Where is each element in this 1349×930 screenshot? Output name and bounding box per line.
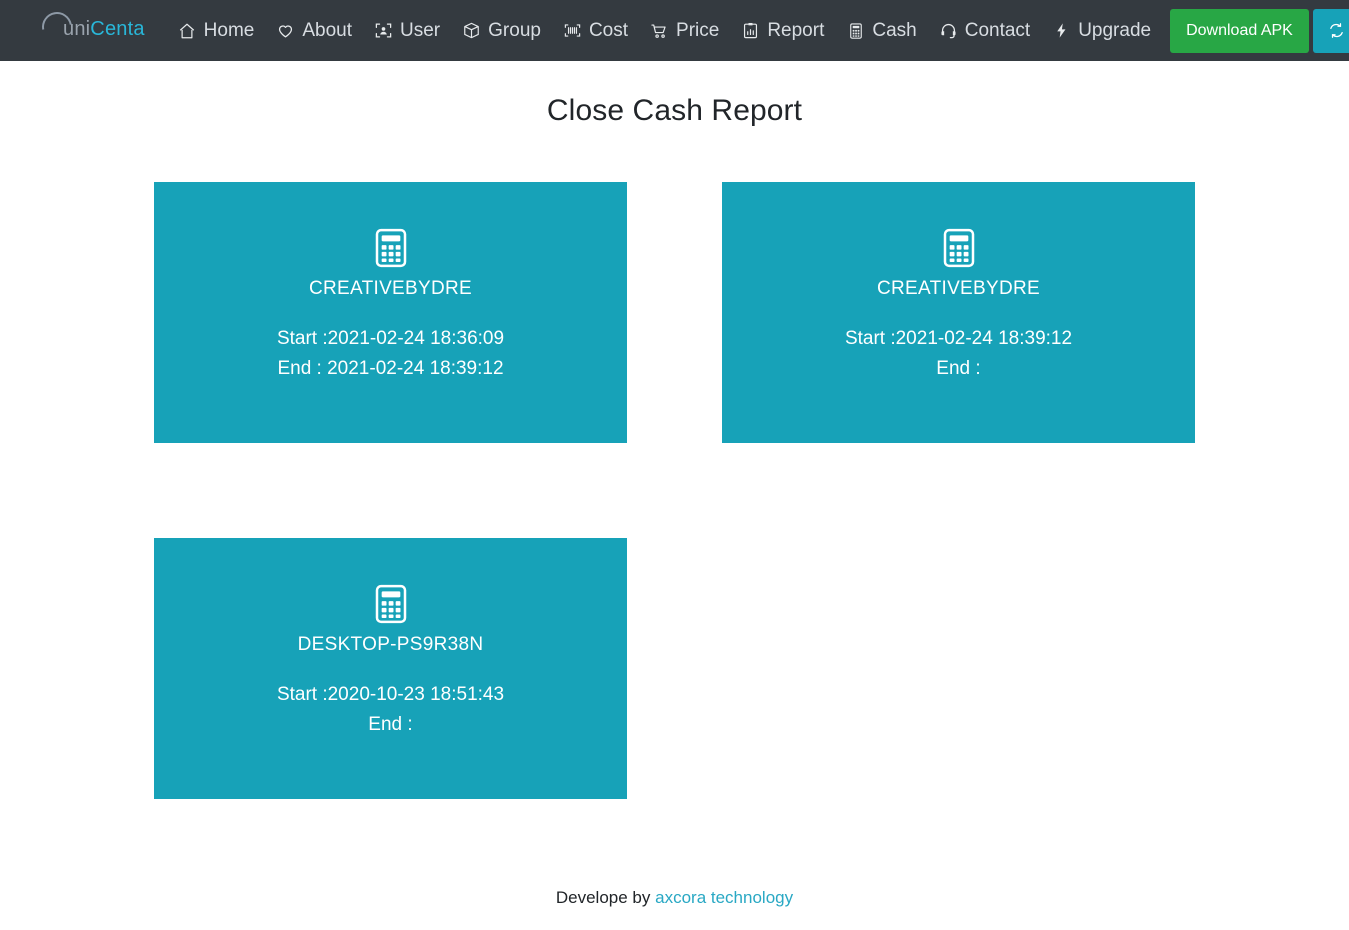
nav-item-group-label: Group — [488, 19, 541, 41]
refresh-button[interactable]: Refresh — [1312, 8, 1349, 53]
home-icon — [178, 21, 197, 40]
shopping-cart-icon — [650, 21, 669, 40]
nav-item-upgrade[interactable]: Upgrade — [1041, 0, 1162, 61]
calculator-icon — [371, 582, 411, 628]
card-period: Start :2021-02-24 18:36:09 End : 2021-02… — [277, 324, 504, 384]
nav-item-user-label: User — [400, 19, 441, 41]
nav-links: Home About User Group Cost Price Report … — [167, 0, 1349, 61]
report-chart-icon — [741, 21, 760, 40]
nav-item-price-label: Price — [676, 19, 720, 41]
nav-item-cost[interactable]: Cost — [552, 0, 639, 61]
nav-item-contact[interactable]: Contact — [928, 0, 1041, 61]
calculator-icon — [371, 226, 411, 272]
close-cash-card[interactable]: DESKTOP-PS9R38N Start :2020-10-23 18:51:… — [154, 538, 627, 799]
card-start-time: Start :2021-02-24 18:36:09 — [276, 327, 505, 349]
nav-item-cash-label: Cash — [872, 19, 917, 41]
card-end-time: End : 2021-02-24 18:39:12 — [277, 357, 504, 379]
nav-item-report[interactable]: Report — [730, 0, 835, 61]
card-period: Start :2020-10-23 18:51:43 End : — [277, 680, 504, 740]
nav-item-price[interactable]: Price — [639, 0, 730, 61]
footer: Develope by axcora technology — [0, 888, 1349, 908]
nav-item-home[interactable]: Home — [167, 0, 266, 61]
close-cash-card[interactable]: CREATIVEBYDRE Start :2021-02-24 18:39:12… — [722, 182, 1195, 443]
card-title: CREATIVEBYDRE — [877, 278, 1040, 299]
barcode-icon — [563, 21, 582, 40]
close-cash-card[interactable]: CREATIVEBYDRE Start :2021-02-24 18:36:09… — [154, 182, 627, 443]
footer-link-axcora[interactable]: axcora technology — [655, 888, 793, 907]
card-period: Start :2021-02-24 18:39:12 End : — [845, 324, 1072, 384]
card-start-time: Start :2020-10-23 18:51:43 — [276, 683, 505, 705]
nav-item-contact-label: Contact — [964, 19, 1031, 41]
download-apk-button[interactable]: Download APK — [1170, 8, 1309, 53]
page-title: Close Cash Report — [546, 94, 803, 127]
user-frame-icon — [374, 21, 393, 40]
box-icon — [462, 21, 481, 40]
footer-text: Develope by — [555, 888, 651, 907]
nav-item-about-label: About — [302, 19, 353, 41]
brand-logo[interactable]: uniCenta — [36, 5, 145, 48]
nav-item-upgrade-label: Upgrade — [1078, 19, 1152, 41]
nav-item-about[interactable]: About — [265, 0, 363, 61]
brand-name-centa: Centa — [90, 18, 145, 40]
top-navigation-bar: uniCenta Home About User Group Cost Pric… — [0, 0, 1349, 61]
refresh-sync-icon — [1327, 21, 1346, 40]
card-end-time: End : — [368, 713, 413, 735]
nav-item-group[interactable]: Group — [451, 0, 552, 61]
card-title: DESKTOP-PS9R38N — [297, 634, 484, 655]
nav-action-buttons: Download APK Refresh — [1170, 0, 1349, 61]
card-end-time: End : — [936, 357, 981, 379]
nav-item-home-label: Home — [203, 19, 255, 41]
lightning-bolt-icon — [1052, 21, 1071, 40]
close-cash-card-grid: CREATIVEBYDRE Start :2021-02-24 18:36:09… — [154, 128, 1195, 799]
nav-item-cash[interactable]: Cash — [835, 0, 927, 61]
nav-item-cost-label: Cost — [588, 19, 629, 41]
nav-item-report-label: Report — [767, 19, 825, 41]
nav-item-user[interactable]: User — [363, 0, 451, 61]
heart-icon — [276, 21, 295, 40]
card-title: CREATIVEBYDRE — [309, 278, 472, 299]
card-start-time: Start :2021-02-24 18:39:12 — [844, 327, 1073, 349]
calculator-icon — [939, 226, 979, 272]
brand-text: uniCenta — [63, 18, 145, 43]
calculator-icon — [846, 21, 865, 40]
headset-icon — [939, 21, 958, 40]
